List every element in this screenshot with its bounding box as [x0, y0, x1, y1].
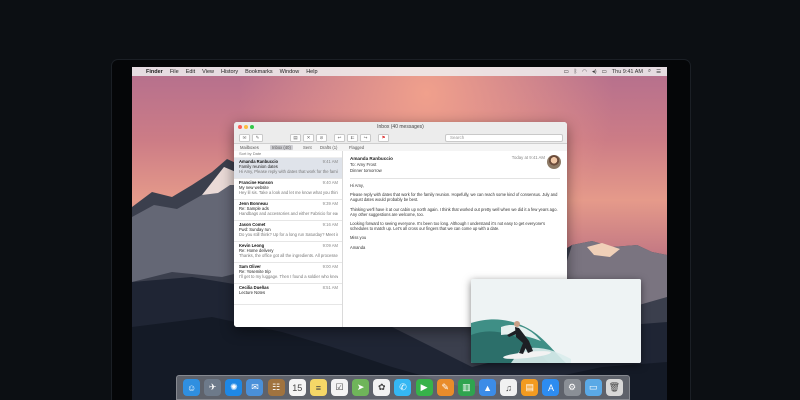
- safari-icon[interactable]: ✺: [225, 379, 243, 396]
- contacts-icon[interactable]: ☷: [267, 379, 285, 396]
- message-preview: Handbags and accessories and either Fabr…: [239, 211, 338, 216]
- message-preview: I'll get to my luggage. Then I found a s…: [239, 274, 338, 279]
- surfer-video-frame: [471, 279, 641, 363]
- bluetooth-icon[interactable]: ᛒ: [574, 69, 577, 75]
- reader-greeting: Hi Amy,: [350, 183, 364, 188]
- pages-icon[interactable]: ✎: [436, 379, 454, 396]
- flag-icon[interactable]: ⚑: [378, 134, 389, 142]
- spotlight-icon[interactable]: ⌕: [648, 68, 651, 75]
- sort-label[interactable]: Sort by Date: [234, 151, 342, 158]
- photos-icon[interactable]: ✿: [373, 379, 391, 396]
- message-time: 9:40 AM: [322, 180, 338, 185]
- reply-icon[interactable]: ↩: [334, 134, 345, 142]
- downloads-folder-icon[interactable]: ▭: [584, 379, 602, 396]
- dock: ☺ ✈ ✺ ✉ ☷ 15 ≡ ☑ ➤ ✿ ✆ ▶ ✎ ▥ ▲ ♫ ▤ A ⚙ ▭ 🗑: [176, 375, 630, 400]
- fav-mailboxes[interactable]: Mailboxes: [238, 145, 261, 150]
- battery-icon[interactable]: ▭: [602, 69, 607, 75]
- reader-body-paragraph: Thinking we'll have it at our cabin up n…: [350, 206, 558, 217]
- menu-edit[interactable]: Edit: [186, 69, 195, 75]
- list-item[interactable]: Amanda Ranbuccio 9:41 AM Family reunion …: [234, 158, 342, 179]
- list-item[interactable]: Cecilia Dueñas 8:51 AM Lecture Notes: [234, 284, 342, 305]
- archive-icon[interactable]: ▤: [290, 134, 301, 142]
- menu-bar: Finder File Edit View History Bookmarks …: [132, 67, 667, 76]
- message-preview: Hi Amy, Please reply with dates that wor…: [239, 169, 338, 174]
- volume-icon[interactable]: ◂): [592, 69, 597, 75]
- list-item[interactable]: Sam Oliver 9:00 AM Re: Yosemite trip I'l…: [234, 263, 342, 284]
- picture-in-picture-video[interactable]: [471, 279, 641, 363]
- header-divider: [350, 178, 560, 179]
- menu-help[interactable]: Help: [306, 69, 317, 75]
- mail-toolbar: ✉ ✎ ▤ ✕ ⊘ ↩ ⇇ ↪ ⚑ Search: [234, 132, 567, 144]
- list-item[interactable]: Kevin Leong 9:09 AM Re: Home delivery Th…: [234, 242, 342, 263]
- itunes-icon[interactable]: ♫: [500, 379, 518, 396]
- compose-icon[interactable]: ✎: [252, 134, 263, 142]
- window-controls: [238, 125, 254, 129]
- message-time: 9:09 AM: [322, 243, 338, 248]
- message-preview: Thanks, the office got all the ingredien…: [239, 253, 338, 258]
- menu-file[interactable]: File: [170, 69, 179, 75]
- message-time: 8:51 AM: [322, 285, 338, 290]
- fav-sent[interactable]: Sent: [301, 145, 314, 150]
- fav-flagged[interactable]: Flagged: [347, 145, 366, 150]
- get-mail-icon[interactable]: ✉: [239, 134, 250, 142]
- notification-center-icon[interactable]: ☰: [656, 69, 661, 75]
- trash-icon[interactable]: 🗑: [605, 379, 623, 396]
- forward-icon[interactable]: ↪: [360, 134, 371, 142]
- messages-icon[interactable]: ✆: [394, 379, 412, 396]
- minimize-icon[interactable]: [244, 125, 248, 129]
- cast-icon[interactable]: ▭: [564, 69, 569, 75]
- menu-window[interactable]: Window: [280, 69, 300, 75]
- calendar-icon[interactable]: 15: [288, 379, 306, 396]
- window-title: Inbox (40 messages): [377, 124, 424, 130]
- junk-icon[interactable]: ⊘: [316, 134, 327, 142]
- message-time: 9:41 AM: [322, 159, 338, 164]
- menu-history[interactable]: History: [221, 69, 238, 75]
- app-store-icon[interactable]: A: [542, 379, 560, 396]
- message-time: 9:16 AM: [322, 222, 338, 227]
- launchpad-icon[interactable]: ✈: [204, 379, 222, 396]
- notes-icon[interactable]: ≡: [309, 379, 327, 396]
- trash-button-icon[interactable]: ✕: [303, 134, 314, 142]
- numbers-icon[interactable]: ▥: [457, 379, 475, 396]
- fav-inbox[interactable]: Inbox (40): [270, 145, 293, 150]
- reader-body-paragraph: Please reply with dates that work for th…: [350, 192, 558, 203]
- message-time: 9:00 AM: [322, 264, 338, 269]
- reader-subject: Dinner tomorrow: [350, 168, 382, 173]
- close-icon[interactable]: [238, 125, 242, 129]
- menu-bookmarks[interactable]: Bookmarks: [245, 69, 273, 75]
- message-time: 9:39 AM: [322, 201, 338, 206]
- list-item[interactable]: Jenn Bonneau 9:39 AM Re: Sample ads Hand…: [234, 200, 342, 221]
- wifi-icon[interactable]: ◠: [582, 69, 587, 75]
- message-subject: Lecture Notes: [239, 290, 266, 295]
- zoom-icon[interactable]: [250, 125, 254, 129]
- reply-all-icon[interactable]: ⇇: [347, 134, 358, 142]
- menu-view[interactable]: View: [202, 69, 214, 75]
- mail-titlebar: Inbox (40 messages): [234, 122, 567, 132]
- reader-signoff: Miss you: [350, 235, 367, 241]
- facetime-icon[interactable]: ▶: [415, 379, 433, 396]
- reader-body-paragraph: Looking forward to seeing everyone. It's…: [350, 221, 546, 232]
- menu-clock[interactable]: Thu 9:41 AM: [612, 69, 643, 75]
- list-item[interactable]: Jason Comet 9:16 AM Fwd: Sunday run Do y…: [234, 221, 342, 242]
- avatar: [547, 155, 561, 169]
- menu-finder[interactable]: Finder: [146, 69, 163, 75]
- reminders-icon[interactable]: ☑: [331, 379, 349, 396]
- desktop-screen: Finder File Edit View History Bookmarks …: [132, 67, 667, 400]
- system-preferences-icon[interactable]: ⚙: [563, 379, 581, 396]
- message-preview: Do you still think? Up for a long run Sa…: [239, 232, 338, 237]
- maps-icon[interactable]: ➤: [352, 379, 370, 396]
- reader-date: Today at 9:41 AM: [511, 155, 545, 160]
- ibooks-icon[interactable]: ▤: [521, 379, 539, 396]
- reader-signature: Amanda: [350, 244, 366, 250]
- mail-icon[interactable]: ✉: [246, 379, 264, 396]
- message-preview: Hey lil sis. Take a look and let me know…: [239, 190, 338, 195]
- keynote-icon[interactable]: ▲: [479, 379, 497, 396]
- search-input[interactable]: Search: [445, 134, 563, 142]
- menu-extras: ▭ ᛒ ◠ ◂) ▭ Thu 9:41 AM ⌕ ☰: [564, 67, 661, 76]
- fav-drafts[interactable]: Drafts (1): [318, 145, 339, 150]
- finder-icon[interactable]: ☺: [183, 379, 201, 396]
- list-item[interactable]: Francine Hanson 9:40 AM My new website H…: [234, 179, 342, 200]
- message-list: Sort by Date Amanda Ranbuccio 9:41 AM Fa…: [234, 151, 343, 327]
